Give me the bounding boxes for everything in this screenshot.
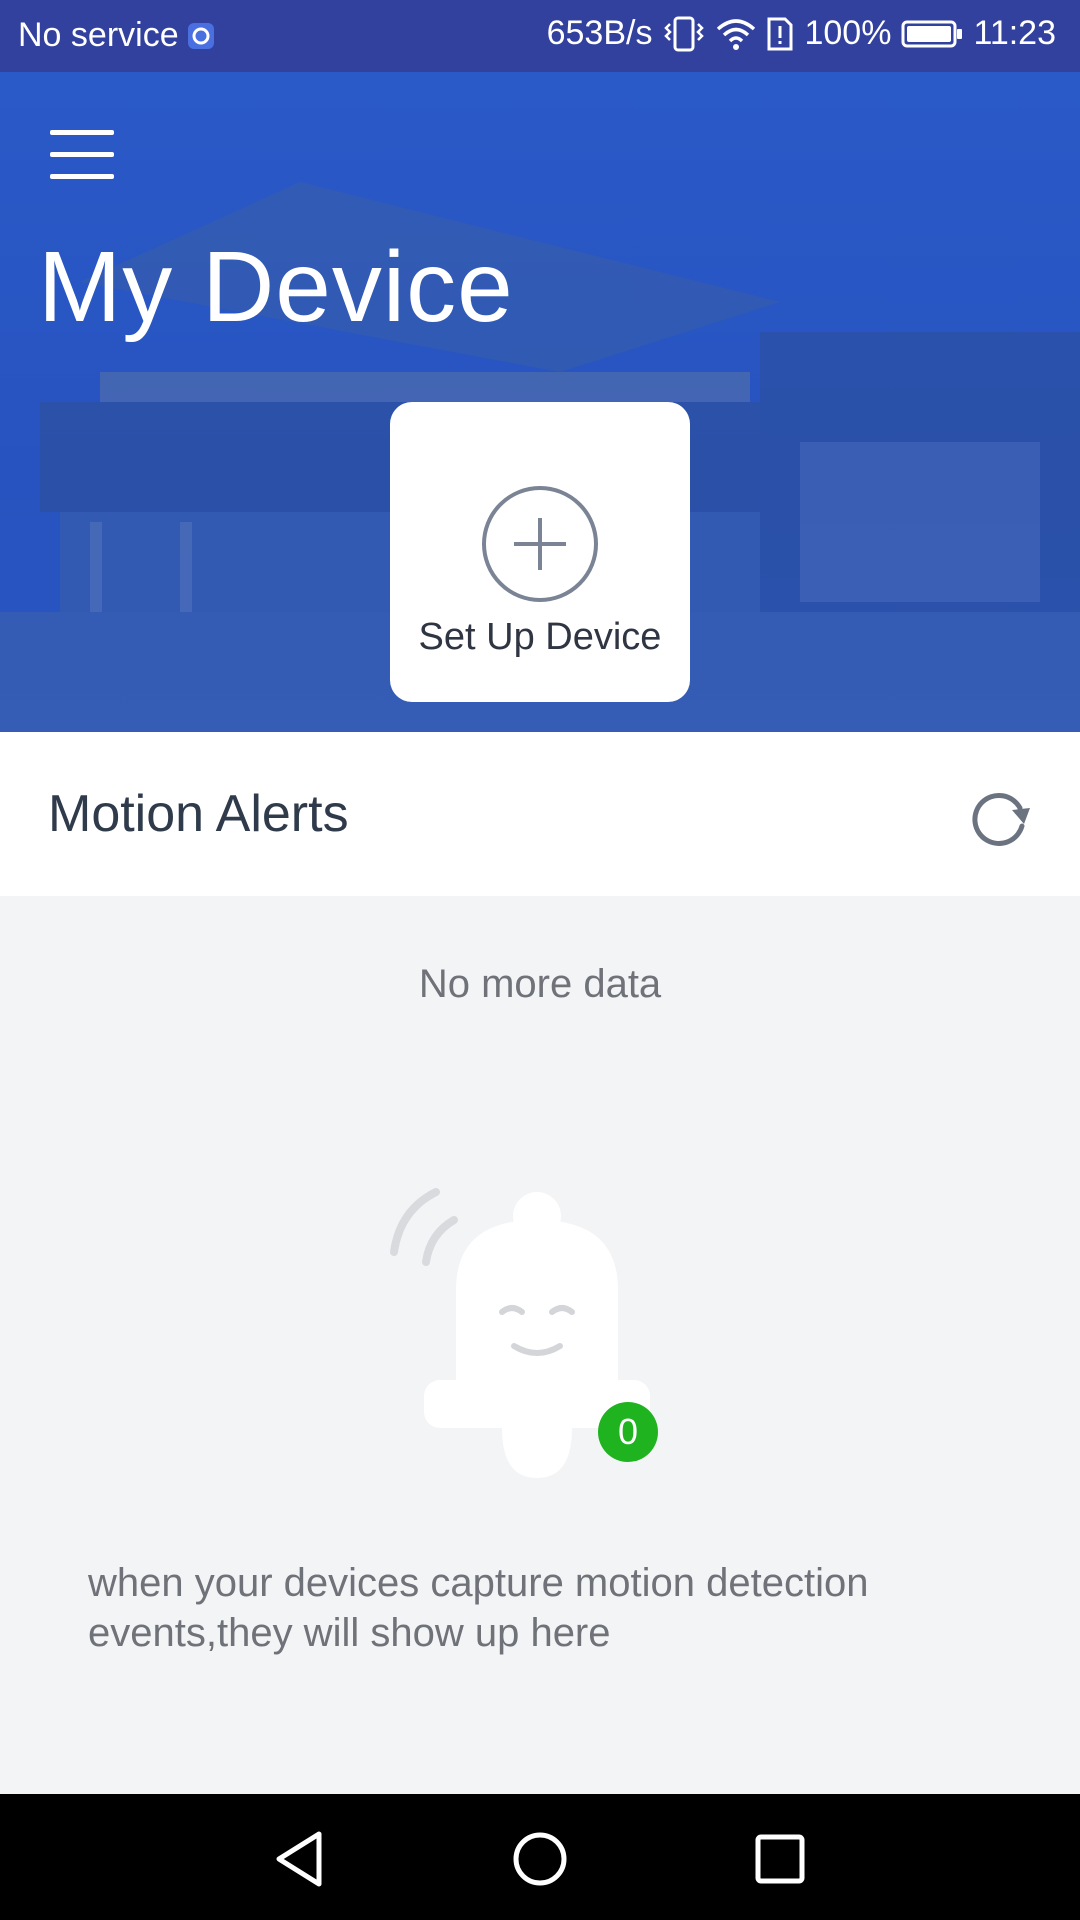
system-nav-bar bbox=[0, 1794, 1080, 1920]
wifi-icon bbox=[716, 17, 756, 51]
hamburger-menu-icon[interactable] bbox=[44, 124, 120, 188]
set-up-device-label: Set Up Device bbox=[418, 616, 662, 658]
alert-count-badge: 0 bbox=[598, 1402, 658, 1462]
vibrate-icon bbox=[662, 16, 706, 52]
empty-state-message: when your devices capture motion detecti… bbox=[88, 1561, 869, 1655]
net-speed-text: 653B/s bbox=[546, 14, 653, 52]
carrier-text: No service bbox=[18, 16, 179, 54]
recents-square-icon[interactable] bbox=[745, 1824, 815, 1894]
clock-text: 11:23 bbox=[973, 14, 1056, 52]
status-bar: No service 653B/s 100% 11:23 bbox=[0, 0, 1080, 72]
sim-alert-icon bbox=[766, 16, 794, 52]
sync-icon bbox=[187, 22, 215, 50]
back-triangle-icon[interactable] bbox=[265, 1824, 335, 1894]
page-title: My Device bbox=[38, 231, 514, 343]
refresh-icon[interactable] bbox=[964, 782, 1034, 852]
battery-percent-text: 100% bbox=[804, 14, 892, 52]
motion-alerts-title: Motion Alerts bbox=[48, 785, 349, 843]
no-more-data-text: No more data bbox=[418, 962, 662, 1006]
set-up-device-button[interactable]: Set Up Device bbox=[390, 402, 690, 702]
battery-icon bbox=[901, 19, 963, 49]
plus-circle-icon bbox=[482, 486, 598, 602]
motion-alerts-bar: Motion Alerts bbox=[0, 732, 1080, 896]
device-header: My Device Set Up Device bbox=[0, 72, 1080, 732]
home-circle-icon[interactable] bbox=[505, 1824, 575, 1894]
